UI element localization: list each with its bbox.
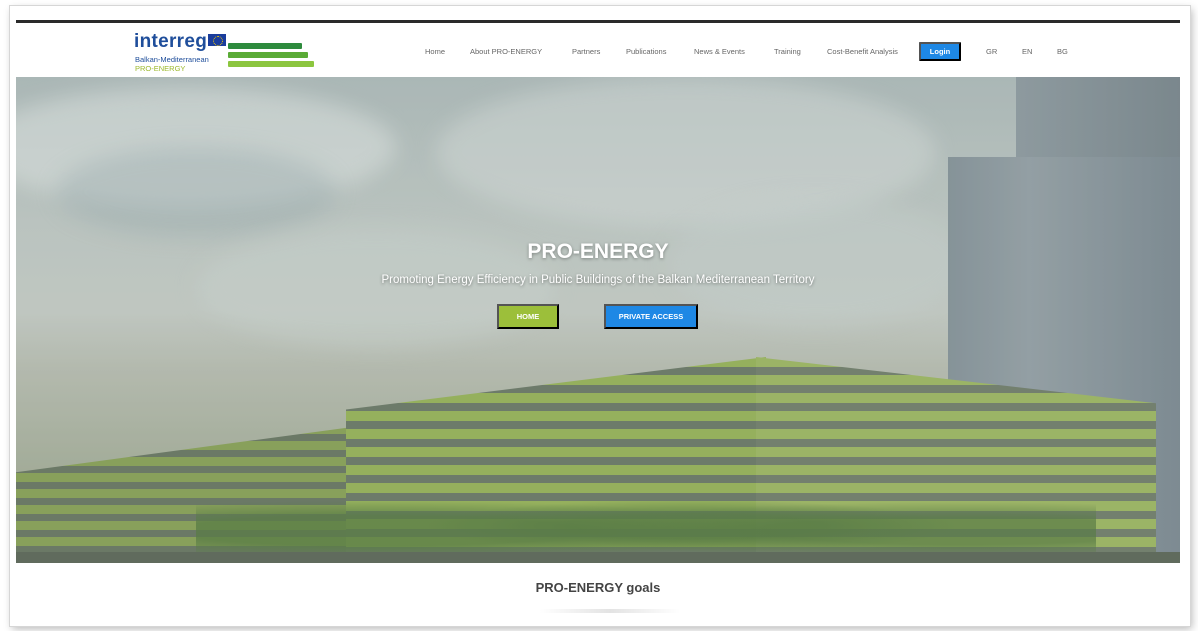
nav-partners[interactable]: Partners bbox=[572, 47, 600, 56]
nav-home[interactable]: Home bbox=[425, 47, 445, 56]
hero-subtitle: Promoting Energy Efficiency in Public Bu… bbox=[381, 274, 815, 286]
goals-heading: PRO-ENERGY goals bbox=[535, 580, 661, 595]
site-header: interreg Balkan-Mediterranean PRO-ENERGY… bbox=[16, 23, 1180, 77]
goals-divider bbox=[540, 609, 680, 613]
main-nav: Home About PRO-ENERGY Partners Publicati… bbox=[16, 23, 1180, 77]
nav-about[interactable]: About PRO-ENERGY bbox=[470, 47, 542, 56]
lang-bg[interactable]: BG bbox=[1057, 47, 1068, 56]
nav-news-events[interactable]: News & Events bbox=[694, 47, 745, 56]
nav-cost-benefit[interactable]: Cost-Benefit Analysis bbox=[827, 47, 898, 56]
lang-gr[interactable]: GR bbox=[986, 47, 997, 56]
hero-title: PRO-ENERGY bbox=[527, 240, 669, 263]
login-button[interactable]: Login bbox=[919, 42, 961, 61]
hero-banner: PRO-ENERGY Promoting Energy Efficiency i… bbox=[16, 77, 1180, 563]
hero-overlay bbox=[16, 77, 1180, 563]
home-button[interactable]: HOME bbox=[497, 304, 559, 329]
lang-en[interactable]: EN bbox=[1022, 47, 1032, 56]
nav-publications[interactable]: Publications bbox=[626, 47, 666, 56]
private-access-button[interactable]: PRIVATE ACCESS bbox=[604, 304, 698, 329]
nav-training[interactable]: Training bbox=[774, 47, 801, 56]
